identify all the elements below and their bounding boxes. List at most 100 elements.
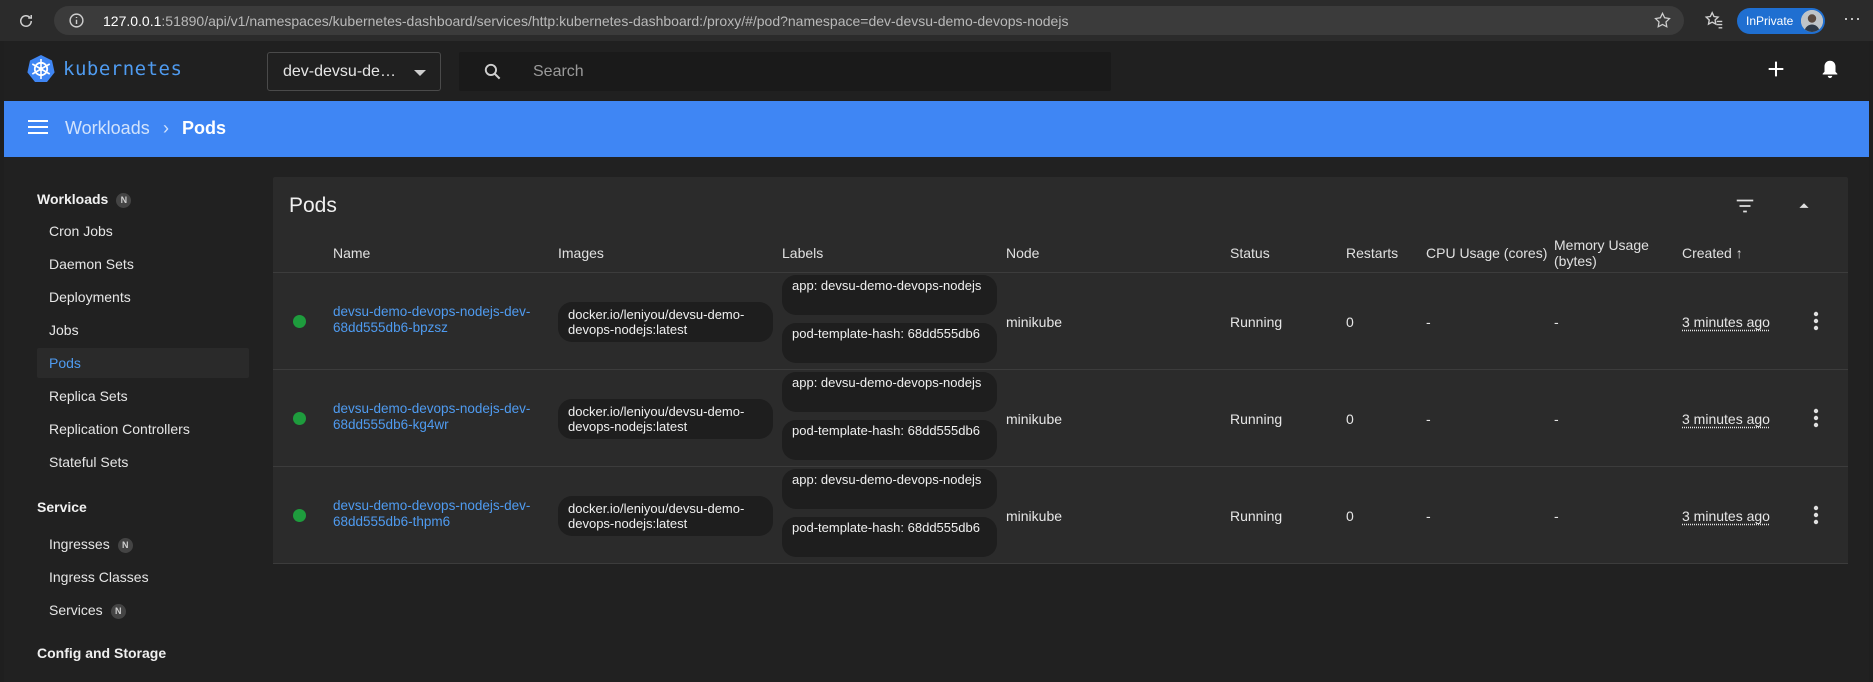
url-text[interactable]: 127.0.0.1:51890/api/v1/namespaces/kubern… — [103, 13, 1068, 29]
star-icon[interactable] — [1653, 11, 1672, 30]
image-chip: docker.io/leniyou/devsu-demo-devops-node… — [558, 496, 773, 536]
sidebar-section-config-and-storage[interactable]: Config and Storage — [37, 645, 166, 661]
restarts-cell: 0 — [1346, 314, 1354, 330]
memory-cell: - — [1554, 508, 1559, 524]
status-running-icon — [293, 315, 306, 328]
column-header-memory: Memory Usage (bytes) — [1554, 237, 1649, 269]
more-vert-icon[interactable] — [1813, 311, 1819, 331]
sidebar-item-ingress-classes[interactable]: Ingress Classes — [37, 562, 249, 592]
arrow-up-icon: ↑ — [1735, 245, 1743, 261]
column-header-node[interactable]: Node — [1006, 245, 1039, 261]
status-cell: Running — [1230, 508, 1283, 524]
new-badge: N — [116, 193, 132, 208]
breadcrumb-workloads[interactable]: Workloads — [65, 118, 150, 139]
dashboard-app: kubernetes dev-devsu-demo-devops-nodejs … — [4, 41, 1869, 682]
card-title: Pods — [289, 194, 337, 217]
breadcrumb: Workloads › Pods — [4, 101, 1869, 157]
sidebar-item-jobs[interactable]: Jobs — [37, 315, 249, 345]
label-chip-hash: pod-template-hash: 68dd555db6 — [782, 420, 997, 460]
new-badge: N — [117, 538, 133, 553]
column-header-images: Images — [558, 245, 604, 261]
status-running-icon — [293, 509, 306, 522]
image-chip: docker.io/leniyou/devsu-demo-devops-node… — [558, 399, 773, 439]
status-cell: Running — [1230, 314, 1283, 330]
cpu-cell: - — [1426, 314, 1431, 330]
status-running-icon — [293, 412, 306, 425]
kubernetes-wheel-icon — [27, 55, 55, 82]
logo-text: kubernetes — [63, 58, 183, 80]
add-icon[interactable] — [1765, 58, 1787, 80]
status-cell: Running — [1230, 411, 1283, 427]
menu-icon[interactable] — [28, 119, 48, 135]
memory-cell: - — [1554, 314, 1559, 330]
url-path: :51890/api/v1/namespaces/kubernetes-dash… — [161, 13, 1069, 29]
label-chip-app: app: devsu-demo-devops-nodejs — [782, 372, 997, 412]
restarts-cell: 0 — [1346, 508, 1354, 524]
chevron-right-icon: › — [163, 118, 169, 138]
sidebar-item-deployments[interactable]: Deployments — [37, 282, 249, 312]
chevron-down-icon — [414, 70, 426, 76]
column-header-status[interactable]: Status — [1230, 245, 1270, 261]
reload-icon[interactable] — [14, 9, 38, 33]
cpu-cell: - — [1426, 508, 1431, 524]
pods-card: Pods Name Images Labels Node Status Rest… — [273, 177, 1848, 564]
sidebar-item-stateful-sets[interactable]: Stateful Sets — [37, 447, 249, 477]
sidebar-section-service[interactable]: Service — [37, 499, 87, 515]
sidebar-item-daemon-sets[interactable]: Daemon Sets — [37, 249, 249, 279]
memory-cell: - — [1554, 411, 1559, 427]
column-header-created[interactable]: Created ↑ — [1682, 245, 1743, 261]
label-chip-hash: pod-template-hash: 68dd555db6 — [782, 517, 997, 557]
search-input[interactable] — [533, 52, 1093, 91]
favorites-icon[interactable] — [1703, 9, 1725, 31]
more-icon[interactable]: ⋯ — [1841, 10, 1863, 32]
sidebar-item-replication-controllers[interactable]: Replication Controllers — [37, 414, 249, 444]
more-vert-icon[interactable] — [1813, 505, 1819, 525]
namespace-value: dev-devsu-demo-devops-nodejs — [283, 63, 408, 80]
restarts-cell: 0 — [1346, 411, 1354, 427]
top-toolbar: kubernetes dev-devsu-demo-devops-nodejs — [4, 41, 1869, 101]
new-badge: N — [110, 604, 126, 619]
collapse-icon[interactable] — [1793, 195, 1815, 217]
image-chip: docker.io/leniyou/devsu-demo-devops-node… — [558, 302, 773, 342]
pod-name-link[interactable]: devsu-demo-devops-nodejs-dev-68dd555db6-… — [333, 498, 543, 530]
node-cell[interactable]: minikube — [1006, 314, 1062, 330]
created-label: Created — [1682, 245, 1732, 261]
bell-icon[interactable] — [1819, 58, 1841, 80]
info-icon[interactable] — [68, 12, 85, 29]
filter-icon[interactable] — [1734, 195, 1756, 217]
sidebar-item-services[interactable]: Services N — [37, 595, 249, 625]
section-title: Workloads — [37, 191, 109, 207]
label-chip-app: app: devsu-demo-devops-nodejs — [782, 275, 997, 315]
inprivate-button[interactable]: InPrivate — [1737, 8, 1825, 34]
sidebar-item-pods[interactable]: Pods — [37, 348, 249, 378]
column-header-restarts: Restarts — [1346, 245, 1399, 261]
search-icon — [483, 62, 502, 81]
column-header-name[interactable]: Name — [333, 245, 370, 261]
node-cell[interactable]: minikube — [1006, 411, 1062, 427]
sidebar: Workloads N Cron Jobs Daemon Sets Deploym… — [4, 157, 254, 682]
kubernetes-logo[interactable]: kubernetes — [26, 54, 182, 84]
more-vert-icon[interactable] — [1813, 408, 1819, 428]
inprivate-label: InPrivate — [1746, 14, 1794, 28]
url-host: 127.0.0.1 — [103, 13, 162, 29]
pod-name-link[interactable]: devsu-demo-devops-nodejs-dev-68dd555db6-… — [333, 304, 543, 336]
table-row[interactable]: devsu-demo-devops-nodejs-dev-68dd555db6-… — [273, 370, 1848, 467]
sidebar-item-ingresses[interactable]: Ingresses N — [37, 529, 249, 559]
cpu-cell: - — [1426, 411, 1431, 427]
column-header-cpu: CPU Usage (cores) — [1426, 245, 1548, 261]
breadcrumb-current: Pods — [182, 118, 227, 138]
table-row[interactable]: devsu-demo-devops-nodejs-dev-68dd555db6-… — [273, 273, 1848, 370]
column-header-labels: Labels — [782, 245, 824, 261]
table-row[interactable]: devsu-demo-devops-nodejs-dev-68dd555db6-… — [273, 467, 1848, 564]
label-chip-app: app: devsu-demo-devops-nodejs — [782, 469, 997, 509]
avatar — [1801, 10, 1823, 32]
address-bar[interactable]: 127.0.0.1:51890/api/v1/namespaces/kubern… — [54, 6, 1684, 35]
pod-name-link[interactable]: devsu-demo-devops-nodejs-dev-68dd555db6-… — [333, 401, 543, 433]
node-cell[interactable]: minikube — [1006, 508, 1062, 524]
sidebar-item-replica-sets[interactable]: Replica Sets — [37, 381, 249, 411]
namespace-selector[interactable]: dev-devsu-demo-devops-nodejs — [267, 52, 441, 91]
sidebar-item-cron-jobs[interactable]: Cron Jobs — [37, 216, 249, 246]
created-cell: 3 minutes ago — [1682, 508, 1770, 524]
sidebar-item-label: Ingresses — [49, 536, 110, 552]
sidebar-section-workloads[interactable]: Workloads N — [37, 191, 132, 208]
